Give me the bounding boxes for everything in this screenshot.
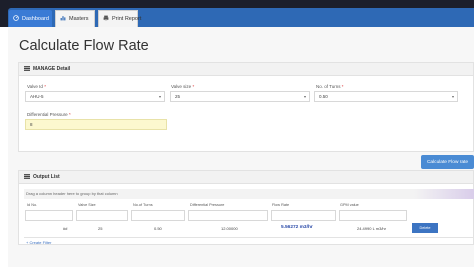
- column-header[interactable]: Differential Pressure: [190, 203, 224, 207]
- flow-rate-cell: 5.56272 m3/hr: [281, 225, 313, 230]
- valve-id-select[interactable]: AHU-5 ▾: [25, 91, 165, 102]
- group-hint: Drag a column header here to group by th…: [26, 191, 118, 196]
- gpm-cell: 24.4990 L m3/hr: [357, 226, 386, 231]
- column-header[interactable]: Id No.: [27, 203, 37, 207]
- filter-input[interactable]: [25, 210, 73, 221]
- valve-id-label: Valve Id *: [27, 84, 46, 89]
- tab-label: Masters: [69, 16, 89, 22]
- pressure-cell: 12.00000: [221, 226, 238, 231]
- create-filter-link[interactable]: + Create Filter: [26, 240, 51, 245]
- list-icon: [24, 65, 30, 73]
- dashboard-icon: [13, 14, 19, 23]
- panel-header: MANAGE Detail: [19, 63, 473, 76]
- valve-size-cell: 25: [98, 226, 103, 231]
- filter-input[interactable]: [76, 210, 128, 221]
- valve-size-select[interactable]: 25 ▾: [170, 91, 310, 102]
- tab-label: Dashboard: [22, 15, 49, 22]
- column-header[interactable]: No.of Turns: [133, 203, 153, 207]
- turns-label: No. of Turns *: [316, 84, 344, 89]
- row-divider: [24, 237, 474, 238]
- tab-print-report[interactable]: Print Report: [98, 10, 142, 27]
- tab-dashboard[interactable]: Dashboard: [9, 10, 52, 27]
- output-list-panel: Output List: [18, 170, 474, 245]
- turns-select[interactable]: 0.50 ▾: [314, 91, 458, 102]
- list-icon: [24, 173, 30, 181]
- valve-detail-panel: MANAGE Detail: [18, 62, 474, 152]
- filter-input[interactable]: [271, 210, 336, 221]
- filter-input[interactable]: [339, 210, 407, 221]
- pressure-input[interactable]: 8: [25, 119, 167, 130]
- chevron-down-icon: ▾: [303, 94, 306, 99]
- valve-size-label: Valve size *: [171, 84, 195, 89]
- column-header[interactable]: GPM value: [340, 203, 359, 207]
- filter-input[interactable]: [131, 210, 185, 221]
- tab-masters[interactable]: Masters: [55, 10, 95, 27]
- filter-input[interactable]: [188, 210, 268, 221]
- panel-header: Output List: [19, 171, 473, 184]
- print-icon: [103, 15, 109, 23]
- delete-button[interactable]: Delete: [412, 223, 438, 233]
- chevron-down-icon: ▾: [158, 94, 161, 99]
- tab-label: Print Report: [112, 16, 142, 22]
- calculate-button[interactable]: Calculate Flow rate: [421, 155, 474, 169]
- column-header[interactable]: Valve Size: [78, 203, 96, 207]
- id-cell: ##: [63, 226, 68, 231]
- page-title: Calculate Flow Rate: [19, 38, 149, 54]
- pressure-label: Differential Pressure *: [27, 112, 71, 117]
- chart-icon: [60, 15, 66, 23]
- chevron-down-icon: ▾: [451, 94, 454, 99]
- column-header[interactable]: Flow Rate: [272, 203, 289, 207]
- panel-title: Output List: [33, 174, 60, 180]
- turns-cell: 0.50: [154, 226, 162, 231]
- panel-title: MANAGE Detail: [33, 66, 71, 72]
